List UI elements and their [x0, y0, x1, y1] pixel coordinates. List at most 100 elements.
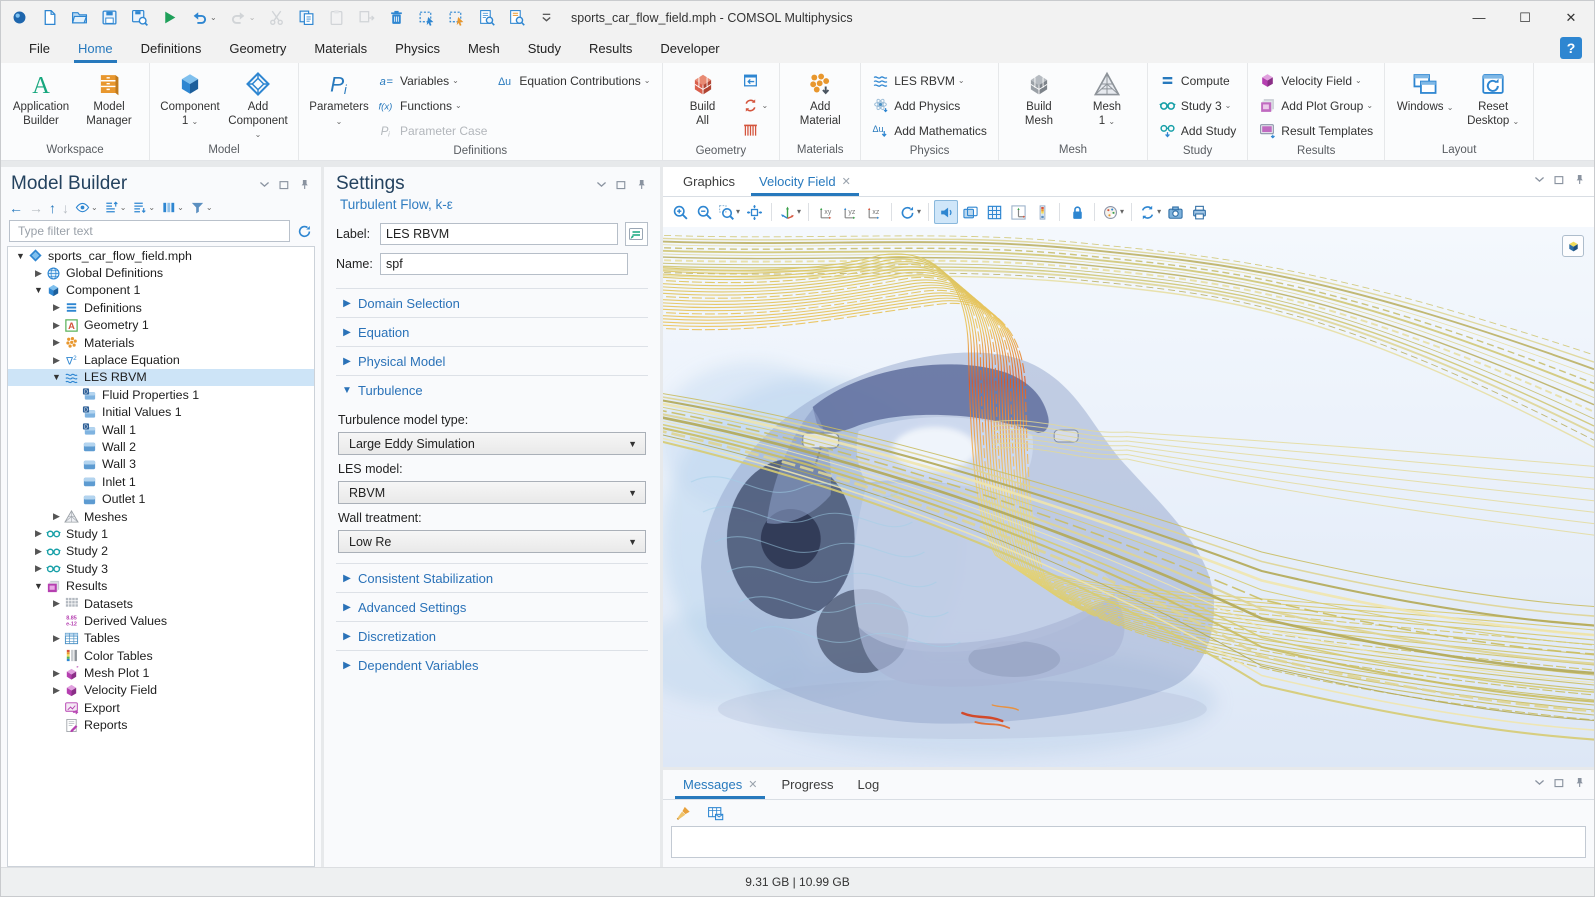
equation-contributions-button[interactable]: ΔuEquation Contributions⌄ [493, 68, 654, 93]
open-button[interactable] [71, 9, 88, 26]
refresh-icon[interactable] [296, 223, 313, 240]
menu-tab-file[interactable]: File [15, 34, 64, 63]
windows-button[interactable]: Windows ⌄ [1392, 68, 1458, 115]
tree-filter-button[interactable]: ⌄ [190, 200, 213, 215]
show-button[interactable]: ⌄ [75, 200, 98, 215]
tree-item-component-1[interactable]: ▼Component 1 [8, 282, 314, 299]
maximize-button[interactable]: ☐ [1502, 1, 1548, 34]
expander-closed-icon[interactable]: ▶ [50, 320, 63, 331]
tree-item-derived-values[interactable]: 8.85e-12Derived Values [8, 612, 314, 629]
search-settings-button[interactable] [508, 9, 525, 26]
tree-item-initial-values-1[interactable]: DInitial Values 1 [8, 404, 314, 421]
section-header[interactable]: ▶Discretization [336, 621, 648, 650]
build-all-button[interactable]: Build All [670, 68, 736, 128]
panel-menu-button[interactable] [595, 178, 608, 191]
section-header[interactable]: ▶Advanced Settings [336, 592, 648, 621]
tree-item-reports[interactable]: Reports [8, 717, 314, 734]
expander-open-icon[interactable]: ▼ [50, 372, 63, 382]
panel-pin-button[interactable] [298, 178, 311, 191]
application-builder-button[interactable]: AApplication Builder [8, 68, 74, 128]
run-button[interactable] [161, 9, 178, 26]
deselect-button[interactable] [448, 9, 465, 26]
expander-closed-icon[interactable]: ▶ [50, 668, 63, 679]
build-mesh-button[interactable]: Build Mesh [1006, 68, 1072, 128]
tree-item-study-2[interactable]: ▶Study 2 [8, 543, 314, 560]
menu-tab-developer[interactable]: Developer [646, 34, 733, 63]
model-tree-nodes-button[interactable]: ⌄ [161, 200, 184, 215]
snapshot-button[interactable] [1163, 200, 1187, 224]
menu-tab-physics[interactable]: Physics [381, 34, 454, 63]
duplicate-button[interactable] [358, 9, 375, 26]
tree-item-definitions[interactable]: ▶Definitions [8, 299, 314, 316]
cut-button[interactable] [268, 9, 285, 26]
scene-light-toggle[interactable] [934, 200, 958, 224]
label-field-input[interactable] [380, 223, 618, 245]
tree-filter-input[interactable] [16, 223, 283, 239]
expander-closed-icon[interactable]: ▶ [50, 302, 63, 313]
close-tab-icon[interactable]: ✕ [748, 778, 757, 791]
result-templates-button[interactable]: Result Templates [1255, 118, 1377, 143]
close-button[interactable]: ✕ [1548, 1, 1594, 34]
tree-item-study-3[interactable]: ▶Study 3 [8, 560, 314, 577]
find-button[interactable] [478, 9, 495, 26]
close-tab-icon[interactable]: ✕ [842, 175, 851, 188]
component-1-button[interactable]: Component 1 ⌄ [157, 68, 223, 128]
expander-open-icon[interactable]: ▼ [32, 285, 45, 295]
parameter-case-button[interactable]: PiParameter Case [374, 118, 491, 143]
show-axes-toggle[interactable] [1006, 200, 1030, 224]
plot-group-select[interactable]: Velocity Field⌄ [1255, 68, 1377, 93]
tree-item-color-tables[interactable]: Color Tables [8, 647, 314, 664]
add-study-button[interactable]: Add Study [1155, 118, 1240, 143]
section-header[interactable]: ▶Equation [336, 317, 648, 346]
section-header[interactable]: ▶Physical Model [336, 346, 648, 375]
expander-closed-icon[interactable]: ▶ [50, 685, 63, 696]
add-physics-button[interactable]: Add Physics [868, 93, 991, 118]
variables-button[interactable]: a=Variables⌄ [374, 68, 491, 93]
section-header[interactable]: ▼Turbulence [336, 375, 648, 404]
add-mathematics-button[interactable]: ΔuAdd Mathematics [868, 118, 991, 143]
tree-item-sports-car-flow-field-mph[interactable]: ▼sports_car_flow_field.mph [8, 247, 314, 264]
move-down-button[interactable]: ↓ [62, 201, 69, 215]
help-button[interactable]: ? [1560, 37, 1582, 59]
view-xz-button[interactable]: xz [862, 200, 886, 224]
velocity-field-3d-view[interactable] [663, 227, 1594, 767]
compute-button[interactable]: Compute [1155, 68, 1240, 93]
view-xy-button[interactable]: xy [814, 200, 838, 224]
transparency-toggle[interactable] [958, 200, 982, 224]
zoom-out-button[interactable] [692, 200, 716, 224]
tree-item-outlet-1[interactable]: Outlet 1 [8, 490, 314, 507]
print-button[interactable] [1187, 200, 1211, 224]
save-button[interactable] [101, 9, 118, 26]
panel-float-button[interactable] [615, 178, 628, 191]
move-up-button[interactable]: ↑ [49, 201, 56, 215]
name-field-input[interactable] [380, 253, 628, 275]
reset-desktop-button[interactable]: Reset Desktop ⌄ [1460, 68, 1526, 128]
color-legend-toggle[interactable] [1030, 200, 1054, 224]
view-orientation-button[interactable]: ▾ [777, 200, 803, 224]
menu-tab-materials[interactable]: Materials [300, 34, 381, 63]
messages-tab-messages[interactable]: Messages✕ [671, 770, 769, 799]
back-button[interactable]: ← [9, 201, 23, 215]
menu-tab-study[interactable]: Study [514, 34, 575, 63]
messages-tab-log[interactable]: Log [846, 770, 892, 799]
zoom-in-button[interactable] [668, 200, 692, 224]
tree-item-fluid-properties-1[interactable]: DFluid Properties 1 [8, 386, 314, 403]
forward-button[interactable]: → [29, 201, 43, 215]
tree-item-velocity-field[interactable]: ▶Velocity Field [8, 682, 314, 699]
panel-float-button[interactable] [1553, 173, 1566, 186]
paste-button[interactable] [328, 9, 345, 26]
rotate-view-button[interactable]: ▾ [897, 200, 923, 224]
expander-closed-icon[interactable]: ▶ [50, 355, 63, 366]
expander-closed-icon[interactable]: ▶ [50, 633, 63, 644]
expander-closed-icon[interactable]: ▶ [50, 598, 63, 609]
functions-button[interactable]: f(x)Functions⌄ [374, 93, 491, 118]
turbulence-model-type-select[interactable]: Large Eddy Simulation▼ [338, 432, 646, 455]
panel-pin-button[interactable] [1573, 776, 1586, 789]
clear-messages-button[interactable] [671, 801, 695, 825]
tree-item-laplace-equation[interactable]: ▶∇2Laplace Equation [8, 351, 314, 368]
expander-closed-icon[interactable]: ▶ [50, 337, 63, 348]
graphics-tab-graphics[interactable]: Graphics [671, 167, 747, 196]
panel-menu-button[interactable] [1533, 173, 1546, 186]
menu-tab-mesh[interactable]: Mesh [454, 34, 514, 63]
save-as-button[interactable] [131, 9, 148, 26]
